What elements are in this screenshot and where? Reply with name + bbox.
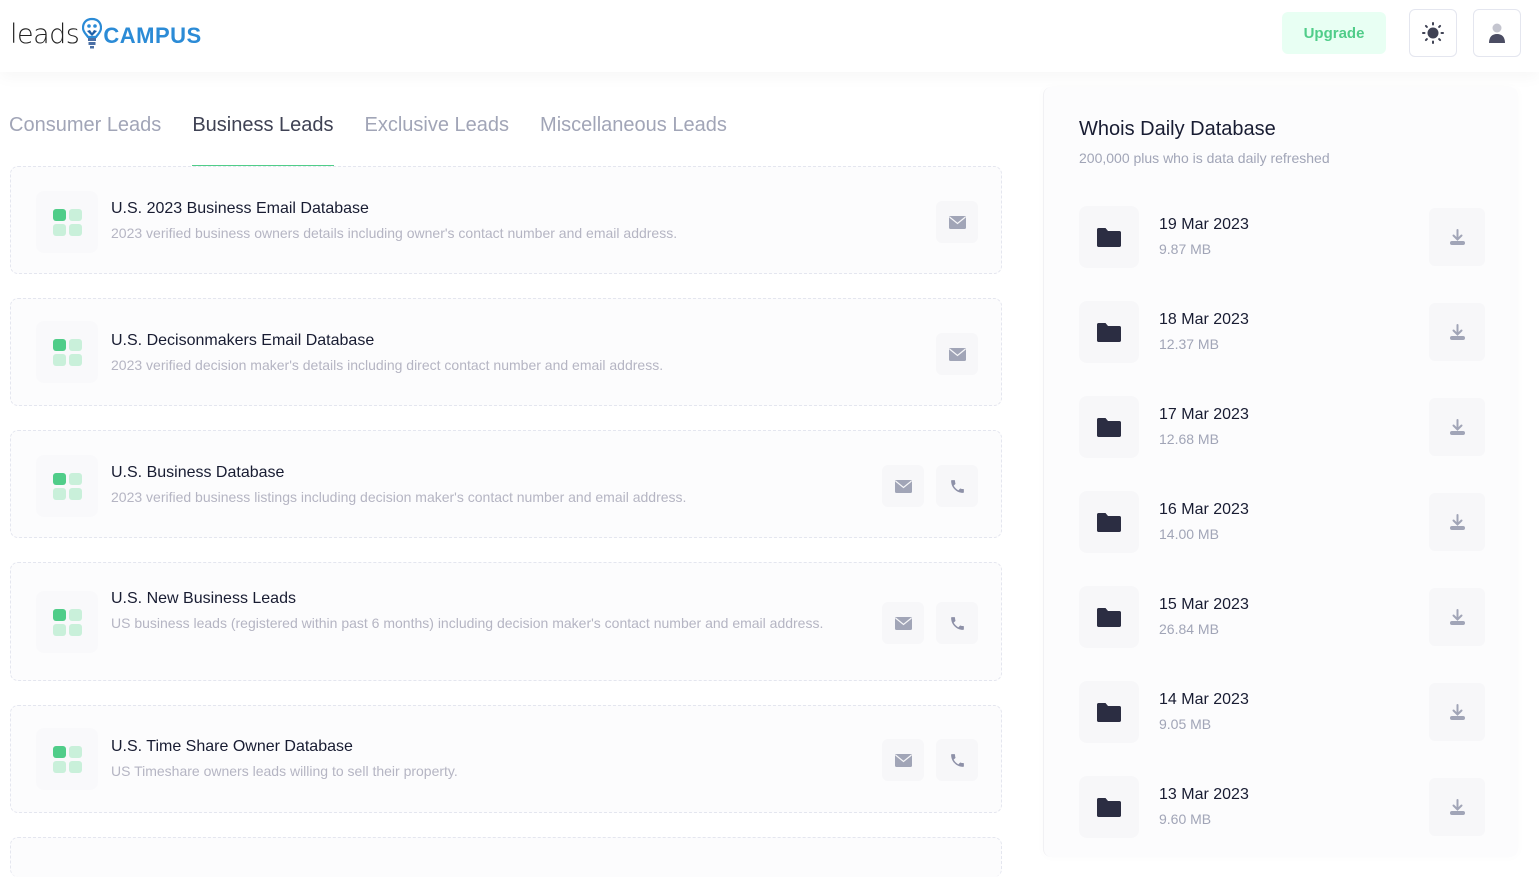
file-date: 19 Mar 2023 (1159, 216, 1249, 233)
apps-grid-icon (36, 321, 98, 383)
email-button[interactable] (882, 602, 924, 644)
panel-title: Whois Daily Database (1079, 118, 1276, 140)
envelope-icon (894, 753, 912, 767)
category-tabs: Consumer Leads Business Leads Exclusive … (9, 110, 758, 167)
envelope-icon (948, 215, 966, 229)
download-button[interactable] (1429, 588, 1485, 646)
file-size: 12.37 MB (1159, 336, 1219, 352)
tab-consumer-leads[interactable]: Consumer Leads (9, 110, 161, 167)
lead-description: 2023 verified business listings includin… (111, 489, 687, 505)
email-button[interactable] (936, 333, 978, 375)
lightbulb-icon (82, 17, 103, 49)
apps-grid-icon (36, 191, 98, 253)
phone-icon (950, 479, 964, 493)
lead-card[interactable]: U.S. 2023 Business Email Database 2023 v… (10, 166, 1002, 274)
download-icon (1449, 513, 1465, 530)
logo-text-leads: leads (10, 18, 80, 50)
tab-exclusive-leads[interactable]: Exclusive Leads (365, 110, 510, 167)
lead-description: 2023 verified business owners details in… (111, 225, 678, 241)
apps-grid-icon (36, 728, 98, 790)
lead-card[interactable]: U.S. Business Database 2023 verified bus… (10, 430, 1002, 538)
whois-panel: Whois Daily Database 200,000 plus who is… (1043, 87, 1518, 857)
file-date: 13 Mar 2023 (1159, 786, 1249, 803)
apps-grid-icon (36, 591, 98, 653)
lead-description: 2023 verified decision maker's details i… (111, 357, 664, 373)
file-size: 9.87 MB (1159, 241, 1212, 257)
top-header: leads CAMPUS Upgrade (0, 0, 1539, 72)
file-date: 14 Mar 2023 (1159, 691, 1249, 708)
download-icon (1449, 798, 1465, 815)
file-item: 13 Mar 2023 9.60 MB (1079, 776, 1485, 840)
email-button[interactable] (936, 201, 978, 243)
lead-card[interactable]: U.S. New Business Leads US business lead… (10, 562, 1002, 681)
download-icon (1449, 703, 1465, 720)
folder-icon (1079, 776, 1139, 838)
email-button[interactable] (882, 465, 924, 507)
download-button[interactable] (1429, 778, 1485, 836)
file-size: 14.00 MB (1159, 526, 1219, 542)
file-item: 16 Mar 2023 14.00 MB (1079, 491, 1485, 555)
download-icon (1449, 323, 1465, 340)
download-icon (1449, 228, 1465, 245)
email-button[interactable] (882, 739, 924, 781)
folder-icon (1079, 586, 1139, 648)
lead-card[interactable] (10, 837, 1002, 877)
envelope-icon (948, 347, 966, 361)
folder-icon (1079, 396, 1139, 458)
download-button[interactable] (1429, 208, 1485, 266)
user-menu-button[interactable] (1473, 9, 1521, 57)
file-size: 12.68 MB (1159, 431, 1219, 447)
download-button[interactable] (1429, 398, 1485, 456)
file-size: 9.60 MB (1159, 811, 1212, 827)
phone-button[interactable] (936, 465, 978, 507)
user-icon (1489, 23, 1505, 43)
download-button[interactable] (1429, 303, 1485, 361)
tab-miscellaneous-leads[interactable]: Miscellaneous Leads (540, 110, 727, 167)
download-icon (1449, 418, 1465, 435)
phone-button[interactable] (936, 739, 978, 781)
upgrade-button[interactable]: Upgrade (1282, 12, 1386, 54)
file-item: 15 Mar 2023 26.84 MB (1079, 586, 1485, 650)
panel-subtitle: 200,000 plus who is data daily refreshed (1079, 150, 1330, 166)
folder-icon (1079, 681, 1139, 743)
phone-button[interactable] (936, 602, 978, 644)
lead-card[interactable]: U.S. Decisonmakers Email Database 2023 v… (10, 298, 1002, 406)
file-size: 26.84 MB (1159, 621, 1219, 637)
download-icon (1449, 608, 1465, 625)
logo[interactable]: leads CAMPUS (10, 14, 202, 54)
file-date: 17 Mar 2023 (1159, 406, 1249, 423)
lead-title: U.S. Decisonmakers Email Database (111, 332, 375, 349)
download-button[interactable] (1429, 683, 1485, 741)
phone-icon (950, 753, 964, 767)
file-item: 19 Mar 2023 9.87 MB (1079, 206, 1485, 270)
lead-description: US Timeshare owners leads willing to sel… (111, 763, 458, 779)
lead-title: U.S. Business Database (111, 464, 285, 481)
lead-title: U.S. Time Share Owner Database (111, 738, 353, 755)
apps-grid-icon (36, 455, 98, 517)
logo-text-campus: CAMPUS (103, 23, 202, 48)
folder-icon (1079, 491, 1139, 553)
phone-icon (950, 616, 964, 630)
tab-business-leads[interactable]: Business Leads (192, 110, 334, 167)
file-date: 15 Mar 2023 (1159, 596, 1249, 613)
sun-icon (1422, 22, 1444, 44)
download-button[interactable] (1429, 493, 1485, 551)
folder-icon (1079, 301, 1139, 363)
file-item: 14 Mar 2023 9.05 MB (1079, 681, 1485, 745)
file-date: 16 Mar 2023 (1159, 501, 1249, 518)
lead-card[interactable]: U.S. Time Share Owner Database US Timesh… (10, 705, 1002, 813)
folder-icon (1079, 206, 1139, 268)
envelope-icon (894, 479, 912, 493)
lead-title: U.S. 2023 Business Email Database (111, 200, 369, 217)
file-size: 9.05 MB (1159, 716, 1212, 732)
file-item: 17 Mar 2023 12.68 MB (1079, 396, 1485, 460)
lead-title: U.S. New Business Leads (111, 590, 296, 607)
lead-description: US business leads (registered within pas… (111, 615, 824, 631)
file-item: 18 Mar 2023 12.37 MB (1079, 301, 1485, 365)
envelope-icon (894, 616, 912, 630)
theme-toggle-button[interactable] (1409, 9, 1457, 57)
file-date: 18 Mar 2023 (1159, 311, 1249, 328)
